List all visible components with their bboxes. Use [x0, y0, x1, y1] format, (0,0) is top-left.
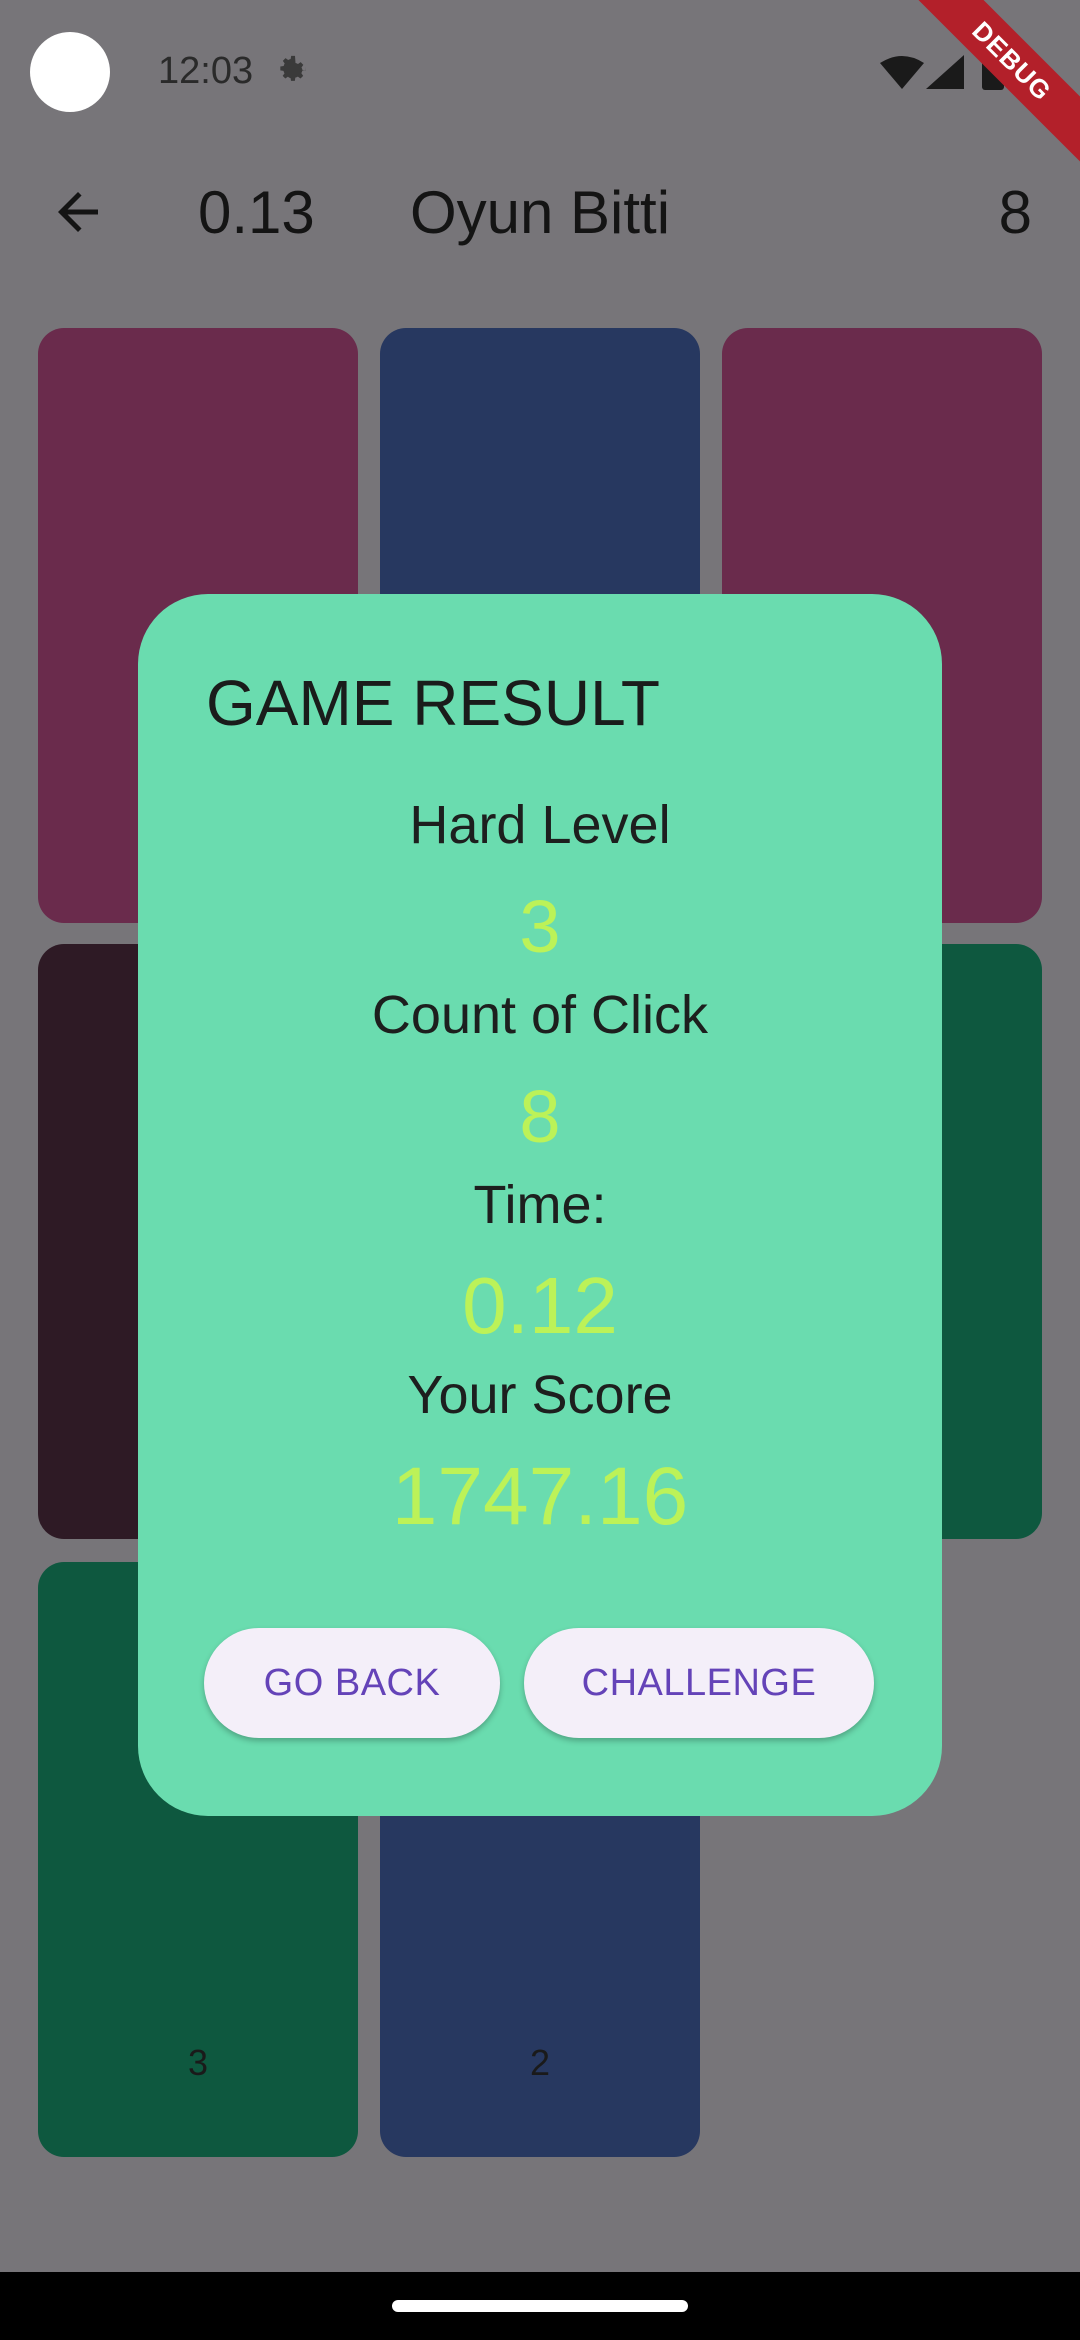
score-label: Your Score [407, 1365, 673, 1425]
tile-label: 3 [187, 2042, 209, 2083]
status-time: 12:03 [158, 50, 254, 92]
dialog-title: GAME RESULT [206, 667, 660, 739]
click-count-value: 8 [519, 1075, 561, 1158]
go-back-button[interactable]: GO BACK [204, 1628, 500, 1738]
camera-cutout [30, 32, 110, 112]
time-value: 0.12 [462, 1261, 618, 1350]
app-bar: 0.13 Oyun Bitti 8 [0, 140, 1080, 280]
time-label: Time: [473, 1175, 607, 1235]
gear-icon [280, 55, 306, 81]
tile-label: 2 [529, 2042, 551, 2083]
page-title: Oyun Bitti [409, 179, 671, 246]
hard-level-value: 3 [519, 885, 561, 968]
signal-icon [926, 55, 964, 89]
wifi-icon [880, 56, 924, 89]
home-indicator[interactable] [392, 2300, 688, 2312]
click-count: 8 [998, 179, 1032, 246]
hard-level-label: Hard Level [409, 795, 671, 855]
game-result-dialog: GAME RESULT Hard Level 3 Count of Click … [138, 594, 942, 1816]
status-bar: 12:03 DEBUG [0, 0, 1080, 170]
click-count-label: Count of Click [371, 985, 709, 1045]
challenge-button[interactable]: CHALLENGE [524, 1628, 874, 1738]
score-value: 1747.16 [391, 1451, 689, 1542]
